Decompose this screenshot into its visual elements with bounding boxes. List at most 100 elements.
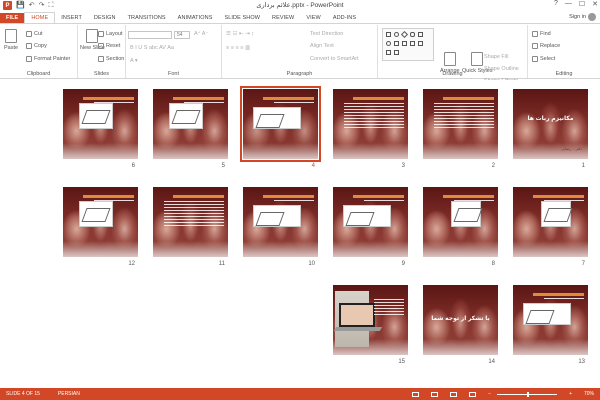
arrange-button[interactable]: Arrange xyxy=(440,52,460,74)
maximize-button[interactable]: ☐ xyxy=(579,0,585,8)
zoom-thumb[interactable] xyxy=(527,391,530,397)
status-bar: SLIDE 4 OF 15 PERSIAN − + 70% xyxy=(0,388,600,400)
slide-fog xyxy=(153,143,228,159)
slide-thumbnail-6[interactable] xyxy=(63,89,138,159)
star-shape-icon[interactable] xyxy=(410,41,415,46)
slide-number: 1 xyxy=(581,163,585,169)
rectangle-shape-icon[interactable] xyxy=(386,32,391,37)
avatar[interactable] xyxy=(588,13,596,21)
slideshow-view-icon[interactable] xyxy=(469,391,477,397)
zoom-level[interactable]: 70% xyxy=(584,391,594,397)
language-indicator[interactable]: PERSIAN xyxy=(58,391,80,397)
slide-title-bar xyxy=(173,195,224,198)
callout-shape-icon[interactable] xyxy=(386,50,391,55)
paste-button[interactable]: Paste xyxy=(4,29,18,51)
slide-thumbnail-7[interactable] xyxy=(513,187,588,257)
list-buttons[interactable]: ☰ ☷ ⇤ ⇥ ↕ xyxy=(226,31,254,37)
copy-icon xyxy=(26,43,32,49)
slide-thumbnail-5[interactable] xyxy=(153,89,228,159)
slide-thumbnail-4[interactable] xyxy=(240,86,321,162)
oval-shape-icon[interactable] xyxy=(394,32,399,37)
window-controls: ? — ☐ ✕ xyxy=(554,0,598,8)
font-name-input[interactable] xyxy=(128,31,172,39)
zoom-out-button[interactable]: − xyxy=(488,391,491,397)
cut-button[interactable]: Cut xyxy=(26,31,43,37)
paragraph-group: ☰ ☷ ⇤ ⇥ ↕ ≡ ≡ ≡ ≡ ▥ Text Direction Align… xyxy=(222,25,378,78)
circle-shape-icon[interactable] xyxy=(386,41,391,46)
replace-button[interactable]: Replace xyxy=(532,43,560,49)
reset-button[interactable]: Reset xyxy=(98,43,120,49)
slide-title-bar xyxy=(533,293,584,296)
slide-title-bar xyxy=(533,195,584,198)
align-text-button[interactable]: Align Text xyxy=(310,43,334,49)
text-direction-button[interactable]: Text Direction xyxy=(310,31,343,37)
help-button[interactable]: ? xyxy=(554,0,558,8)
diamond-shape-icon[interactable] xyxy=(400,30,409,39)
slide-thumbnail-2[interactable] xyxy=(423,89,498,159)
grow-font-icon[interactable]: A⁺ A⁻ xyxy=(194,31,208,37)
slide-thumbnail-3[interactable] xyxy=(333,89,408,159)
slide-thumbnail-1[interactable]: مکانیزم ربات ها دکتر ... رضایی xyxy=(513,89,588,159)
zoom-in-button[interactable]: + xyxy=(569,391,572,397)
triangle-shape-icon[interactable] xyxy=(402,41,407,46)
slide-title-bar xyxy=(173,97,224,100)
shape-fill-button[interactable]: Shape Fill xyxy=(484,54,508,60)
slide-title-bar xyxy=(83,195,134,198)
slide-subtitle: دکتر ... رضایی xyxy=(561,147,582,151)
format-painter-button[interactable]: Format Painter xyxy=(26,56,70,62)
slide-fog xyxy=(423,241,498,257)
slide-text-lines xyxy=(434,103,494,130)
arrow-shape-icon[interactable] xyxy=(394,41,399,46)
line-shape-icon[interactable] xyxy=(418,32,423,37)
laptop-screen xyxy=(339,303,375,327)
font-color-icon[interactable]: A ▾ xyxy=(130,58,138,64)
slide-sorter-view-icon[interactable] xyxy=(431,391,439,397)
slide-thumbnail-11[interactable] xyxy=(153,187,228,257)
slide-title: با تشکر از توجه شما xyxy=(431,316,490,322)
slide-fog xyxy=(423,143,498,159)
arrange-icon xyxy=(443,52,456,66)
slide-thumbnail-8[interactable] xyxy=(423,187,498,257)
font-style-buttons[interactable]: B I U S abc AV Aa xyxy=(130,45,174,51)
slide-thumbnail-14[interactable]: با تشکر از توجه شما xyxy=(423,285,498,355)
convert-smartart-button[interactable]: Convert to SmartArt xyxy=(310,56,359,62)
paragraph-label: Paragraph xyxy=(286,71,313,77)
reading-view-icon[interactable] xyxy=(450,391,458,397)
section-button[interactable]: Section xyxy=(98,56,124,62)
layout-button[interactable]: Layout xyxy=(98,31,123,37)
slide-thumbnail-10[interactable] xyxy=(243,187,318,257)
slide-fog xyxy=(333,143,408,159)
hexagon-shape-icon[interactable] xyxy=(394,50,399,55)
slide-diagram xyxy=(523,303,571,325)
sign-in-link[interactable]: Sign in xyxy=(569,14,586,20)
slide-thumbnail-13[interactable] xyxy=(513,285,588,355)
slide-number: 13 xyxy=(578,359,585,365)
find-button[interactable]: Find xyxy=(532,31,551,37)
slide-title: مکانیزم ربات ها xyxy=(527,116,574,122)
slide-thumbnail-9[interactable] xyxy=(333,187,408,257)
minimize-button[interactable]: — xyxy=(565,0,572,8)
zoom-slider[interactable] xyxy=(497,391,558,397)
slide-thumbnail-12[interactable] xyxy=(63,187,138,257)
slide-thumbnail-15[interactable] xyxy=(333,285,408,355)
close-button[interactable]: ✕ xyxy=(592,0,598,8)
slide-number: 11 xyxy=(218,261,225,267)
slide-fog xyxy=(423,339,498,355)
slide-title-bar xyxy=(263,97,314,100)
normal-view-icon[interactable] xyxy=(412,391,420,397)
slide-title-bar xyxy=(443,97,494,100)
slide-diagram xyxy=(169,103,203,129)
shapes-gallery[interactable] xyxy=(382,28,434,61)
slide-number: 14 xyxy=(488,359,495,365)
brace-shape-icon[interactable] xyxy=(418,41,423,46)
slide-number: 9 xyxy=(401,261,405,267)
copy-button[interactable]: Copy xyxy=(26,43,47,49)
reset-icon xyxy=(98,43,104,49)
shape-outline-button[interactable]: Shape Outline xyxy=(484,66,519,72)
slide-text-lines xyxy=(374,299,404,317)
select-button[interactable]: Select xyxy=(532,56,555,62)
align-buttons[interactable]: ≡ ≡ ≡ ≡ ▥ xyxy=(226,45,250,51)
slide-diagram xyxy=(253,205,301,227)
font-size-input[interactable]: 54 xyxy=(174,31,190,39)
rounded-rect-shape-icon[interactable] xyxy=(410,32,415,37)
